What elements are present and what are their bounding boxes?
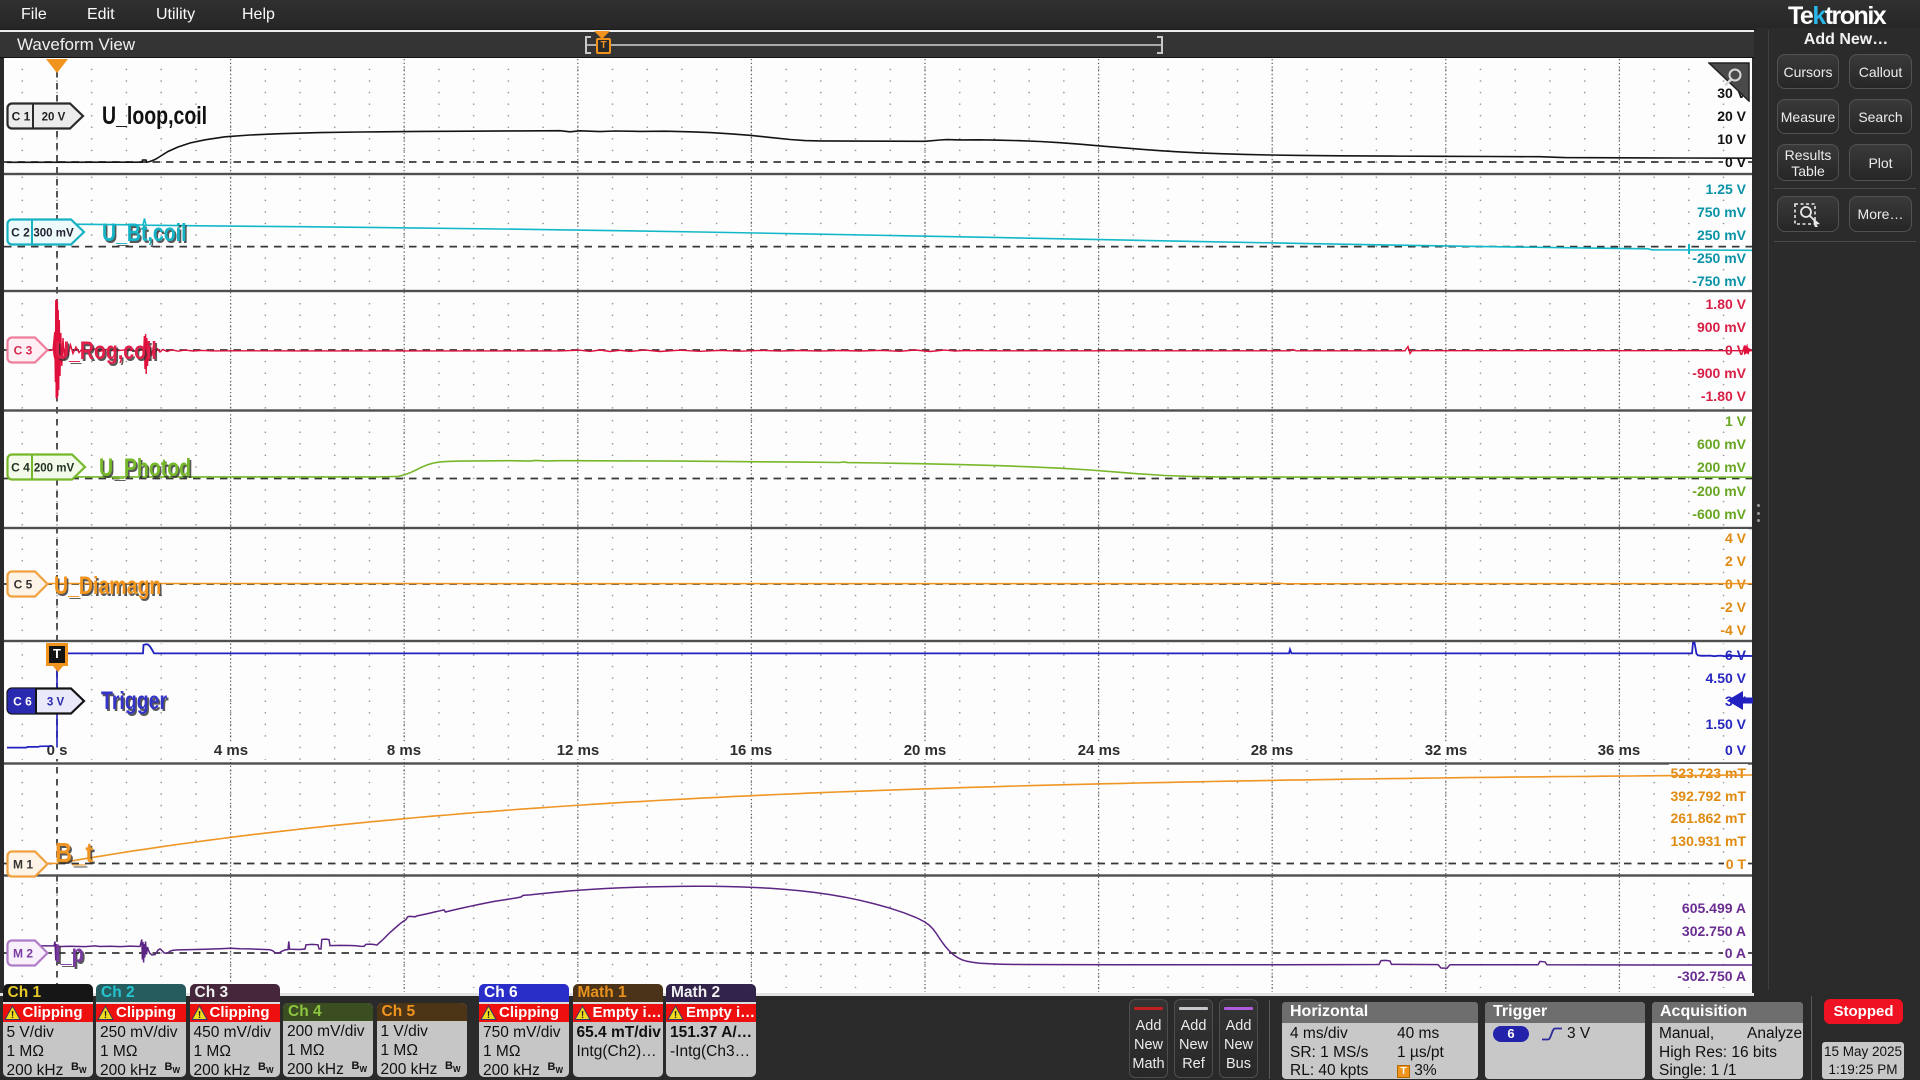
svg-text:M 2: M 2 bbox=[13, 947, 33, 961]
svg-text:M 1: M 1 bbox=[13, 858, 33, 872]
svg-text:!: ! bbox=[104, 1010, 107, 1021]
svg-text:!: ! bbox=[487, 1010, 490, 1021]
svg-text:300 mV: 300 mV bbox=[33, 228, 74, 240]
svg-text:!: ! bbox=[580, 1010, 583, 1021]
svg-text:!: ! bbox=[197, 1010, 200, 1021]
svg-text:C 5: C 5 bbox=[14, 578, 33, 592]
svg-text:C 2: C 2 bbox=[11, 226, 30, 240]
svg-text:20 V: 20 V bbox=[42, 112, 66, 124]
svg-text:!: ! bbox=[674, 1010, 677, 1021]
svg-text:C 6: C 6 bbox=[13, 695, 32, 709]
svg-text:!: ! bbox=[10, 1010, 13, 1021]
svg-text:C 1: C 1 bbox=[12, 110, 31, 124]
svg-text:C 4: C 4 bbox=[11, 461, 30, 475]
svg-text:200 mV: 200 mV bbox=[34, 463, 75, 475]
svg-text:3 V: 3 V bbox=[47, 697, 65, 709]
svg-text:C 3: C 3 bbox=[14, 344, 33, 358]
